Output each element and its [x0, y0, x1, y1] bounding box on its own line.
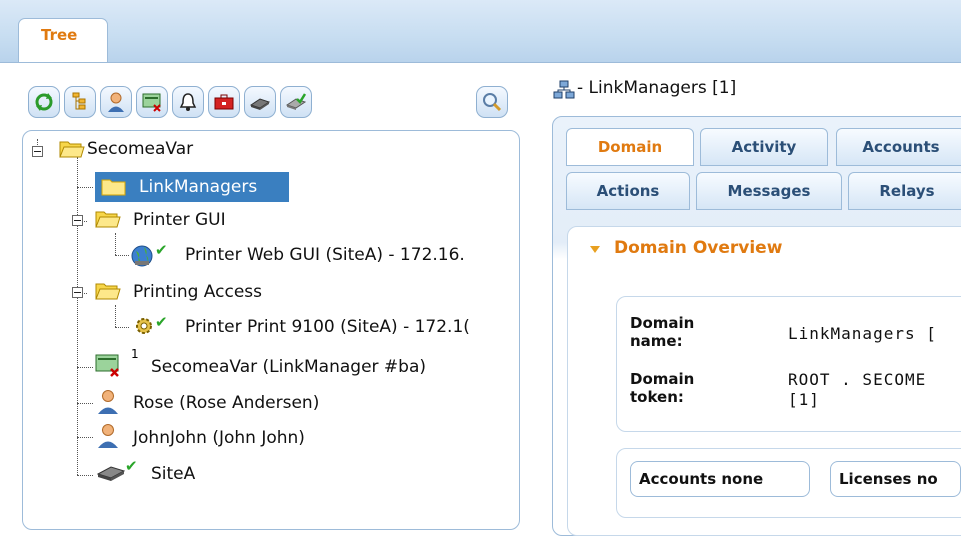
- collapse-arrow-icon[interactable]: [590, 246, 600, 253]
- tree-node-label: Printing Access: [133, 282, 262, 302]
- collapse-toggle[interactable]: [72, 215, 83, 226]
- tree-node-rose[interactable]: Rose (Rose Andersen): [133, 390, 319, 416]
- domain-name-value: LinkManagers [: [788, 324, 937, 343]
- tab-relays[interactable]: Relays: [848, 172, 961, 210]
- online-check-icon: ✔: [125, 457, 138, 475]
- domain-token-value: ROOT . SECOME: [788, 370, 927, 389]
- collapse-toggle[interactable]: [72, 287, 83, 298]
- tab-tree[interactable]: Tree: [18, 18, 108, 62]
- alarm-button[interactable]: [172, 86, 204, 118]
- gear-icon: [136, 318, 152, 334]
- device-icon: [249, 98, 271, 110]
- tree-node-printer-gui[interactable]: Printer GUI: [133, 207, 226, 233]
- tree-connector: [77, 475, 93, 476]
- tree-node-label: Printer Web GUI (SiteA) - 172.16.: [185, 245, 465, 265]
- tree-connector: [77, 367, 93, 368]
- domain-overview-title[interactable]: Domain Overview: [614, 238, 782, 258]
- linkmanager-icon: [142, 93, 161, 112]
- tree-node-label: SecomeaVar: [87, 139, 194, 159]
- refresh-button[interactable]: [28, 86, 60, 118]
- tree-node-label: Rose (Rose Andersen): [133, 393, 320, 413]
- tree-view-icon: [72, 92, 86, 110]
- user-icon: [98, 390, 118, 414]
- domain-token-value-suffix: [1]: [788, 390, 820, 409]
- tree-node-printer-print-9100[interactable]: Printer Print 9100 (SiteA) - 172.1(: [185, 314, 470, 340]
- tab-activity[interactable]: Activity: [700, 128, 828, 166]
- folder-icon: [101, 179, 126, 196]
- online-check-icon: ✔: [155, 313, 168, 331]
- device-icon: [97, 466, 125, 481]
- tree-view-button[interactable]: [64, 86, 96, 118]
- tab-messages[interactable]: Messages: [696, 172, 842, 210]
- globe-icon: [131, 245, 153, 267]
- folder-open-icon: [95, 283, 121, 300]
- linkmanager-icon: [95, 354, 119, 377]
- tree-node-johnjohn[interactable]: JohnJohn (John John): [133, 425, 305, 451]
- device-check-icon: [285, 93, 307, 110]
- tree-connector: [115, 305, 116, 327]
- tree-connector: [77, 157, 78, 475]
- user-icon: [98, 424, 118, 448]
- tree-node-label: Printer Print 9100 (SiteA) - 172.1(: [185, 317, 470, 337]
- domain-token-key: Domain token:: [630, 370, 695, 406]
- tree-connector: [115, 233, 116, 255]
- top-tab-bar: [0, 0, 961, 63]
- linkmanager-button[interactable]: [136, 86, 168, 118]
- accounts-pill[interactable]: Accounts none: [630, 461, 810, 497]
- toolbox-icon: [214, 94, 234, 110]
- device-check-button[interactable]: [280, 86, 312, 118]
- device-button[interactable]: [244, 86, 276, 118]
- user-button[interactable]: [100, 86, 132, 118]
- tree-node-label: LinkManagers: [139, 177, 258, 197]
- tree-connector: [77, 437, 93, 438]
- tree-node-superscript: 1: [131, 347, 139, 361]
- tree-node-sitea[interactable]: SiteA: [151, 461, 195, 487]
- tab-actions[interactable]: Actions: [566, 172, 690, 210]
- tree-node-secomeavar[interactable]: SecomeaVar: [87, 136, 193, 162]
- tree-node-label: SiteA: [151, 464, 196, 484]
- toolbox-button[interactable]: [208, 86, 240, 118]
- tree-node-printing-access[interactable]: Printing Access: [133, 279, 262, 305]
- tree-node-label: SecomeaVar (LinkManager #ba): [151, 357, 427, 377]
- tree-connector: [77, 403, 93, 404]
- domain-name-key: Domain name:: [630, 314, 695, 350]
- bell-icon: [179, 93, 197, 111]
- details-title: - LinkManagers [1]: [577, 78, 737, 98]
- domain-icon: [553, 80, 575, 99]
- tree-node-printer-web-gui[interactable]: Printer Web GUI (SiteA) - 172.16.: [185, 242, 465, 268]
- search-icon: [483, 93, 502, 112]
- tree: SecomeaVar LinkManagers Printer GUI ✔ Pr…: [23, 131, 519, 529]
- user-icon: [108, 92, 124, 112]
- tree-node-secomeavar-linkmanager[interactable]: SecomeaVar (LinkManager #ba): [151, 354, 426, 380]
- tree-node-label: Printer GUI: [133, 210, 226, 230]
- tab-tree-label: Tree: [41, 26, 78, 44]
- search-button[interactable]: [476, 86, 508, 118]
- tree-node-linkmanagers[interactable]: LinkManagers: [95, 172, 289, 202]
- refresh-icon: [35, 93, 53, 111]
- tree-connector: [77, 187, 93, 188]
- online-check-icon: ✔: [155, 241, 168, 259]
- tab-domain[interactable]: Domain: [566, 128, 694, 166]
- tree-connector: [115, 255, 129, 256]
- tree-connector: [115, 327, 129, 328]
- licenses-pill[interactable]: Licenses no: [830, 461, 961, 497]
- tree-panel: SecomeaVar LinkManagers Printer GUI ✔ Pr…: [22, 130, 520, 530]
- tab-accounts[interactable]: Accounts: [836, 128, 961, 166]
- folder-open-icon: [95, 211, 121, 228]
- collapse-toggle[interactable]: [32, 146, 43, 157]
- folder-open-icon: [59, 141, 85, 158]
- tree-node-label: JohnJohn (John John): [133, 428, 305, 448]
